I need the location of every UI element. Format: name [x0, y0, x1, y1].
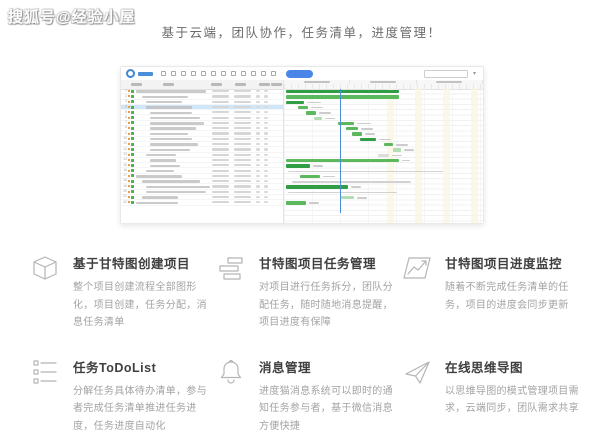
feature-messages: 消息管理 进度猫消息系统可以即时的通知任务参与者，基于微信消息方便快捷 [216, 356, 394, 435]
gantt-bar-label [323, 176, 335, 178]
feature-title: 在线思维导图 [445, 357, 580, 376]
gantt-bar-label [396, 144, 408, 146]
app-screenshot: ▾ 12345678910111213141516171819202122 [120, 66, 484, 224]
gantt-bar [298, 106, 308, 109]
feature-desc: 对项目进行任务拆分，团队分配任务，随时随地消息提醒，项目进度有保障 [259, 279, 394, 332]
gantt-bar [378, 154, 390, 157]
gantt-bar [286, 201, 306, 204]
feature-mind-map: 在线思维导图 以思维导图的模式管理项目需求，云端同步，团队需求共享 [402, 356, 580, 435]
today-line [340, 89, 341, 213]
app-logo-wordmark [138, 72, 153, 76]
gantt-bar-label [392, 155, 402, 157]
toolbar-icons [161, 71, 276, 77]
task-row: 22 [121, 200, 283, 205]
feature-title: 基于甘特图创建项目 [73, 253, 208, 272]
paper-plane-icon [402, 357, 432, 387]
app-logo-icon [126, 69, 135, 78]
task-list-icon [216, 253, 246, 283]
cube-icon [30, 253, 60, 283]
view-select [424, 70, 468, 78]
feature-desc: 随着不断完成任务清单的任务，项目的进度会同步更新 [445, 279, 580, 314]
gantt-bar [286, 95, 399, 98]
gantt-chart [284, 80, 483, 223]
gantt-bar-label [319, 112, 331, 114]
weekend-stripe [415, 89, 422, 223]
gantt-note [292, 181, 411, 183]
gantt-bar-label [351, 186, 361, 188]
gantt-bar-label [402, 160, 410, 162]
gantt-bar [286, 101, 304, 104]
weekend-stripe [471, 89, 478, 223]
gantt-bar [346, 127, 358, 130]
page: { "watermark": { "text": "搜狐号@经验小屋" }, "… [0, 0, 603, 400]
feature-title: 甘特图项目进度监控 [445, 253, 580, 272]
bell-icon [216, 357, 246, 387]
feature-grid: 基于甘特图创建项目 整个项目创建流程全部图形化，项目创建，任务分配，消息任务清单… [30, 252, 580, 435]
gantt-note [288, 171, 443, 173]
gantt-bar [360, 138, 376, 141]
task-table-rows: 12345678910111213141516171819202122 [121, 89, 283, 223]
trend-chart-icon [402, 253, 432, 283]
feature-task-management: 甘特图项目任务管理 对项目进行任务拆分，团队分配任务，随时随地消息提醒，项目进度… [216, 252, 394, 332]
gantt-bar [300, 175, 320, 178]
app-body: 12345678910111213141516171819202122 [121, 80, 483, 223]
feature-title: 消息管理 [259, 357, 394, 376]
gantt-bar [286, 164, 310, 167]
gantt-bar [314, 117, 322, 120]
gantt-body [284, 89, 483, 223]
gantt-bar [340, 196, 354, 199]
chevron-down-icon: ▾ [473, 70, 476, 78]
gantt-bar [306, 111, 316, 114]
feature-title: 甘特图项目任务管理 [259, 253, 394, 272]
gantt-bar-label [307, 102, 321, 104]
gantt-bar-label [404, 149, 414, 151]
primary-action-button [286, 70, 313, 78]
feature-desc: 以思维导图的模式管理项目需求，云端同步，团队需求共享 [445, 383, 580, 418]
gantt-bar [384, 143, 394, 146]
feature-todo-list: 任务ToDoList 分解任务具体待办清单，参与者完成任务清单推进任务进度，任务… [30, 356, 208, 435]
gantt-bar [286, 185, 348, 188]
gantt-bar [286, 159, 399, 162]
task-table: 12345678910111213141516171819202122 [121, 80, 284, 223]
feature-desc: 整个项目创建流程全部图形化，项目创建，任务分配，消息任务清单 [73, 279, 208, 332]
feature-desc: 分解任务具体待办清单，参与者完成任务清单推进任务进度，任务进度自动化 [73, 383, 208, 435]
page-title: 基于云端，团队协作，任务清单，进度管理！ [0, 22, 603, 41]
gantt-bar [393, 148, 401, 151]
feature-progress-monitor: 甘特图项目进度监控 随着不断完成任务清单的任务，项目的进度会同步更新 [402, 252, 580, 332]
gantt-bar-label [313, 165, 323, 167]
gantt-bar-label [357, 197, 367, 199]
weekend-stripe [443, 89, 450, 223]
feature-create-project: 基于甘特图创建项目 整个项目创建流程全部图形化，项目创建，任务分配，消息任务清单 [30, 252, 208, 332]
gantt-bar-label [361, 128, 373, 130]
todo-list-icon [30, 357, 60, 387]
gantt-bar [352, 132, 362, 135]
app-toolbar: ▾ [121, 67, 483, 81]
gantt-bar-label [309, 202, 319, 204]
gantt-bar [286, 90, 399, 93]
gantt-bar-label [311, 107, 323, 109]
gantt-bar-label [357, 123, 371, 125]
gantt-note [288, 192, 397, 194]
feature-title: 任务ToDoList [73, 357, 208, 376]
gantt-bar-label [325, 118, 335, 120]
feature-desc: 进度猫消息系统可以即时的通知任务参与者，基于微信消息方便快捷 [259, 383, 394, 435]
gantt-bar-label [365, 133, 375, 135]
